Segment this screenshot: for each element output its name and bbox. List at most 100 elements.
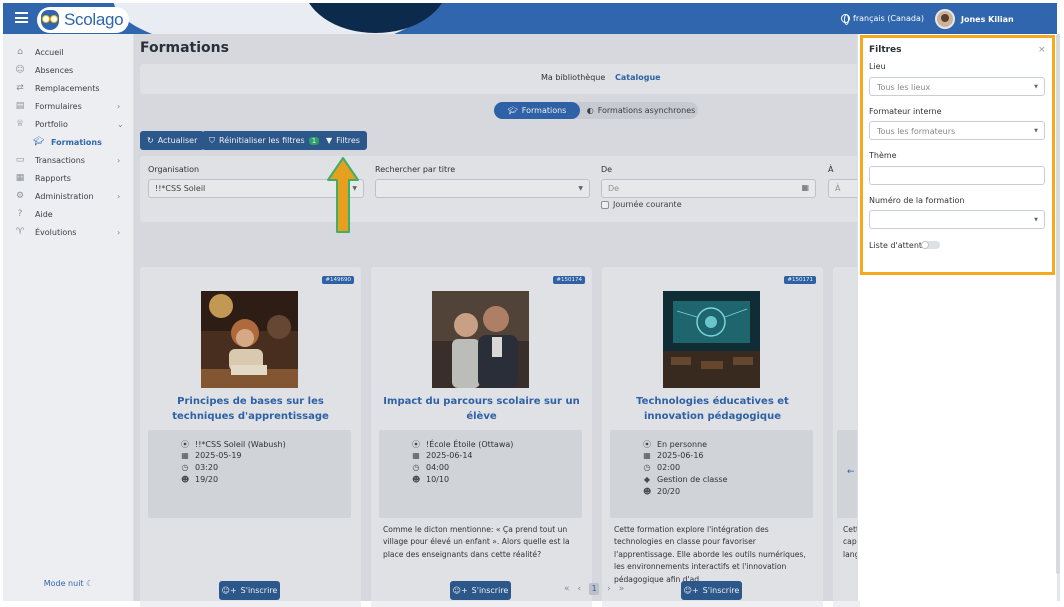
add-user-icon: ☺+ xyxy=(683,586,699,595)
register-button[interactable]: ☺+ S'inscrire xyxy=(681,581,742,600)
register-button[interactable]: ☺+ S'inscrire xyxy=(450,581,511,600)
top-bar: Scolago français (Canada) Jones Kilian xyxy=(3,3,1057,34)
sidebar-item-absences[interactable]: ☺ Absences xyxy=(3,62,134,78)
last-page-icon[interactable]: » xyxy=(619,584,625,594)
page-scrollbar[interactable] xyxy=(1056,34,1060,574)
sidebar-item-rapports[interactable]: ▦ Rapports xyxy=(3,170,134,186)
clock-icon: ◷ xyxy=(181,463,189,472)
sidebar-item-label: Portfolio xyxy=(35,119,68,129)
sidebar-item-portfolio[interactable]: ♕ Portfolio ⌄ xyxy=(3,116,134,132)
filters-button[interactable]: ▼ Filtres xyxy=(319,131,367,150)
sidebar-item-aide[interactable]: ? Aide xyxy=(3,206,134,222)
sidebar-item-administration[interactable]: ⚙ Administration › xyxy=(3,188,134,204)
sidebar-item-accueil[interactable]: ⌂ Accueil xyxy=(3,44,134,60)
formation-description: Comme le dicton mentionne: « Ça prend to… xyxy=(383,525,570,559)
gear-icon: ⚙ xyxy=(15,191,25,201)
hamburger-menu-icon[interactable] xyxy=(15,12,28,23)
language-selector[interactable]: français (Canada) xyxy=(841,14,924,25)
refresh-button[interactable]: ↻ Actualiser xyxy=(140,131,205,150)
chevron-down-icon: ⌄ xyxy=(117,119,124,129)
search-title-select[interactable]: ▼ xyxy=(375,179,590,198)
user-name: Jones Kilian xyxy=(961,14,1014,24)
current-day-checkbox[interactable]: Journée courante xyxy=(601,200,682,209)
page-number-current[interactable]: 1 xyxy=(589,583,600,595)
tab-ma-bibliotheque[interactable]: Ma bibliothèque xyxy=(541,73,605,82)
theme-label: Thème xyxy=(869,151,897,160)
date-to-input[interactable]: À xyxy=(828,179,860,198)
sidebar-item-formations[interactable]: 🎓︎ Formations xyxy=(3,134,134,150)
formation-title[interactable]: Technologies éducatives et innovation pé… xyxy=(612,394,813,424)
duration-text: 02:00 xyxy=(657,463,681,472)
liste-attente-label: Liste d'attente xyxy=(869,241,927,250)
night-mode-toggle[interactable]: Mode nuit ☾ xyxy=(3,579,134,588)
info-seats: ☻ 20/20 xyxy=(643,487,680,496)
lieu-value: Tous les lieux xyxy=(877,83,931,92)
location-pin-icon: ⦿ xyxy=(412,440,420,449)
lieu-select[interactable]: Tous les lieux ▼ xyxy=(869,77,1045,96)
first-page-icon[interactable]: « xyxy=(564,584,570,594)
info-seats: ☻ 10/10 xyxy=(412,475,449,484)
current-day-label: Journée courante xyxy=(613,200,682,209)
sidebar-item-formulaires[interactable]: ▤ Formulaires › xyxy=(3,98,134,114)
info-location: ⦿ En personne xyxy=(643,439,707,450)
register-button[interactable]: ☺+ S'inscrire xyxy=(219,581,280,600)
scolago-logo[interactable]: Scolago xyxy=(37,7,129,33)
seats-text: 20/20 xyxy=(657,487,681,496)
sidebar-item-label: Rapports xyxy=(35,173,71,183)
reset-count-badge: 1 xyxy=(308,136,320,145)
report-icon: ▦ xyxy=(15,173,25,183)
location-pin-icon: ⦿ xyxy=(643,440,651,449)
formation-card: #150174 Impact du parcours scolaire sur … xyxy=(371,267,592,607)
close-icon[interactable]: × xyxy=(1038,45,1046,55)
graduation-cap-icon: 🎓︎ xyxy=(507,106,518,115)
toggle-formations-label: Formations xyxy=(521,106,567,115)
info-location: ⦿ !!*CSS Soleil (Wabush) xyxy=(181,439,286,450)
users-icon: ☻ xyxy=(181,475,190,484)
info-date: ▦ 2025-05-19 xyxy=(181,451,241,460)
date-from-input[interactable]: De ▦ xyxy=(601,179,816,198)
chevron-right-icon: › xyxy=(117,191,121,201)
formateur-select[interactable]: Tous les formateurs ▼ xyxy=(869,121,1045,140)
sidebar-item-label: Formulaires xyxy=(35,101,82,111)
formation-image[interactable] xyxy=(663,291,760,388)
user-menu[interactable]: Jones Kilian xyxy=(935,9,1014,29)
date-from-label: De xyxy=(601,165,613,174)
reset-filters-button[interactable]: ⛉ Réinitialiser les filtres 1 xyxy=(202,131,327,150)
sidebar-item-label: Aide xyxy=(35,209,53,219)
transaction-icon: ▭ xyxy=(15,155,25,165)
caret-down-icon: ▼ xyxy=(1034,128,1038,134)
formation-title[interactable]: Principes de bases sur les techniques d'… xyxy=(150,394,351,424)
sidebar-item-label: Administration xyxy=(35,191,94,201)
async-icon: ◐ xyxy=(586,106,594,115)
sidebar-item-evolutions[interactable]: ♈ Évolutions › xyxy=(3,224,134,240)
arrow-left-icon[interactable]: ← xyxy=(847,467,855,477)
prev-page-icon[interactable]: ‹ xyxy=(578,584,582,594)
formation-title[interactable]: Impact du parcours scolaire sur un élève xyxy=(381,394,582,424)
sidebar-item-remplacements[interactable]: ⇄ Remplacements xyxy=(3,80,134,96)
info-duration: ◷ 03:20 xyxy=(181,463,219,472)
formation-image[interactable] xyxy=(201,291,298,388)
calendar-icon: ▦ xyxy=(181,451,189,460)
info-location: ⦿ !École Étoile (Ottawa) xyxy=(412,439,513,450)
duration-text: 03:20 xyxy=(195,463,219,472)
filter-reset-icon: ⛉ xyxy=(209,135,215,145)
chevron-right-icon: › xyxy=(117,101,121,111)
help-icon: ? xyxy=(17,209,23,219)
toggle-formations-asynchrones[interactable]: ◐ Formations asynchrones xyxy=(584,102,698,119)
tab-catalogue[interactable]: Catalogue xyxy=(615,73,661,82)
toggle-formations[interactable]: 🎓︎ Formations xyxy=(494,102,580,119)
numero-select[interactable]: ▼ xyxy=(869,210,1045,229)
organisation-label: Organisation xyxy=(148,165,200,174)
liste-attente-toggle[interactable] xyxy=(921,241,940,249)
formateur-value: Tous les formateurs xyxy=(877,127,956,136)
refresh-icon: ↻ xyxy=(147,136,154,145)
theme-input[interactable] xyxy=(869,166,1045,185)
next-page-icon[interactable]: › xyxy=(607,584,611,594)
search-title-label: Rechercher par titre xyxy=(375,165,456,174)
location-text: !!*CSS Soleil (Wabush) xyxy=(195,440,286,449)
calendar-icon: ▦ xyxy=(643,451,651,460)
formation-image[interactable] xyxy=(432,291,529,388)
page-title: Formations xyxy=(140,40,229,56)
clock-icon: ◷ xyxy=(412,463,420,472)
sidebar-item-transactions[interactable]: ▭ Transactions › xyxy=(3,152,134,168)
